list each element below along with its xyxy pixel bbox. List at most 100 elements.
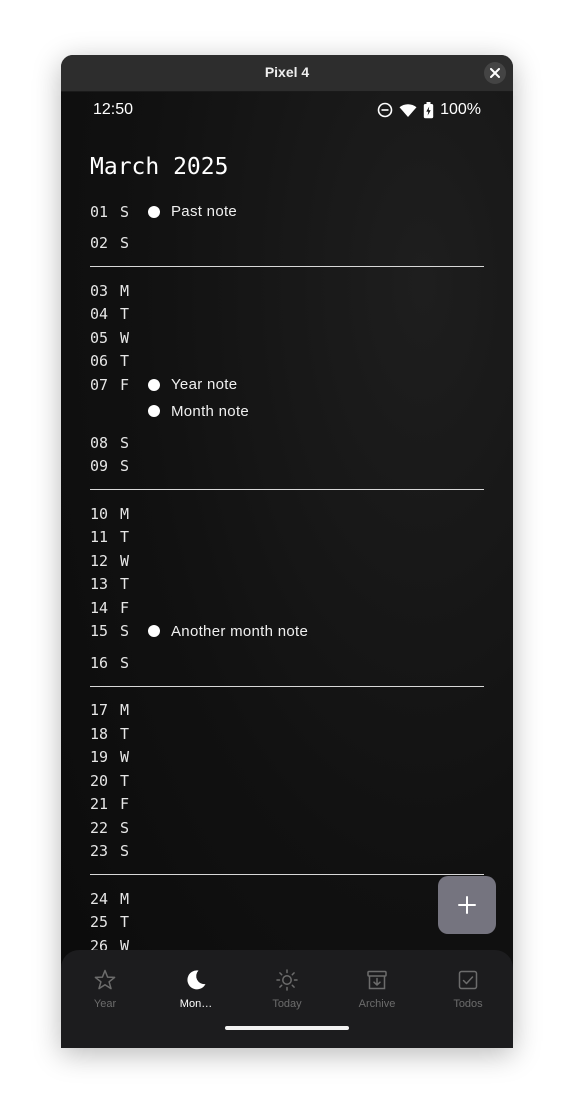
note-item[interactable]: Another month note (148, 620, 308, 644)
day-entry: 20 T (90, 769, 484, 793)
day-number: 12 (90, 551, 109, 570)
nav-archive-label: Archive (358, 998, 396, 1010)
day-number: 02 (90, 234, 109, 253)
day-entry: 23 S (90, 840, 484, 864)
day-row[interactable]: 13 T (90, 573, 484, 597)
nav-archive[interactable]: Archive (342, 968, 412, 1010)
day-row[interactable]: 12 W (90, 549, 484, 573)
day-entry: 13 T (90, 573, 484, 597)
day-row[interactable]: 22 S (90, 816, 484, 840)
day-weekday: F (120, 375, 130, 394)
status-time: 12:50 (93, 101, 134, 118)
day-row[interactable]: 16 S (90, 651, 484, 675)
nav-todos-label: Todos (453, 998, 483, 1010)
home-indicator[interactable] (225, 1026, 349, 1030)
day-row[interactable]: 19 W (90, 746, 484, 770)
day-row[interactable]: 10 M (90, 502, 484, 526)
day-label: 25 T (90, 911, 148, 935)
day-row[interactable]: 07 F Year note Month note (90, 373, 484, 431)
nav-todos[interactable]: Todos (433, 968, 503, 1010)
day-weekday: T (120, 724, 130, 743)
nav-month[interactable]: Mon… (161, 968, 231, 1010)
day-row[interactable]: 04 T (90, 303, 484, 327)
day-number: 25 (90, 913, 109, 932)
add-note-button[interactable] (438, 876, 496, 934)
day-label: 23 S (90, 840, 148, 864)
day-label: 02 S (90, 232, 148, 256)
nav-today[interactable]: Today (252, 968, 322, 1010)
day-weekday: T (120, 771, 130, 790)
note-text: Another month note (171, 622, 309, 640)
day-weekday: F (120, 795, 130, 814)
day-row[interactable]: 06 T (90, 350, 484, 374)
day-number: 20 (90, 771, 109, 790)
status-bar: 12:50 100% (61, 92, 513, 128)
day-weekday: S (120, 234, 130, 253)
day-row[interactable]: 21 F (90, 793, 484, 817)
day-entry: 19 W (90, 746, 484, 770)
day-number: 24 (90, 889, 109, 908)
day-row[interactable]: 11 T (90, 526, 484, 550)
day-number: 10 (90, 504, 109, 523)
note-list: Another month note (148, 620, 308, 644)
day-label: 18 T (90, 722, 148, 746)
note-dot-icon (148, 378, 160, 391)
note-item[interactable]: Past note (148, 200, 237, 224)
day-entry: 04 T (90, 303, 484, 327)
day-row[interactable]: 15 S Another month note (90, 620, 484, 652)
day-weekday: S (120, 818, 130, 837)
day-label: 14 F (90, 596, 148, 620)
day-row[interactable]: 14 F (90, 596, 484, 620)
day-number: 22 (90, 818, 109, 837)
day-weekday: S (120, 433, 130, 452)
day-weekday: S (120, 842, 130, 861)
day-label: 09 S (90, 455, 148, 479)
day-label: 11 T (90, 526, 148, 550)
day-list[interactable]: 01 S Past note 02 S 03 M 04 T 05 W 06 T 07 F Year note M… (90, 200, 484, 1005)
day-row[interactable]: 17 M (90, 699, 484, 723)
day-weekday: F (120, 598, 130, 617)
week-separator (90, 266, 484, 267)
note-item[interactable]: Year note (148, 373, 249, 397)
day-entry: 15 S Another month note (90, 620, 484, 652)
day-row[interactable]: 20 T (90, 769, 484, 793)
window-title: Pixel 4 (264, 64, 310, 80)
day-entry: 09 S (90, 455, 484, 479)
nav-month-label: Mon… (179, 998, 213, 1010)
day-number: 23 (90, 842, 109, 861)
day-entry: 01 S Past note (90, 200, 484, 232)
day-entry: 03 M (90, 279, 484, 303)
close-button[interactable] (484, 62, 506, 84)
day-row[interactable]: 09 S (90, 455, 484, 479)
day-row[interactable]: 05 W (90, 326, 484, 350)
day-row[interactable]: 25 T (90, 911, 484, 935)
day-number: 05 (90, 328, 109, 347)
day-weekday: M (120, 889, 130, 908)
day-number: 08 (90, 433, 109, 452)
day-number: 06 (90, 352, 109, 371)
note-dot-icon (148, 405, 160, 418)
battery-charging-icon (423, 101, 434, 118)
day-row[interactable]: 24 M (90, 887, 484, 911)
day-row[interactable]: 01 S Past note (90, 200, 484, 232)
day-row[interactable]: 03 M (90, 279, 484, 303)
day-weekday: S (120, 653, 130, 672)
checkbox-icon (458, 970, 478, 990)
nav-today-label: Today (272, 998, 302, 1010)
day-row[interactable]: 02 S (90, 232, 484, 256)
day-entry: 07 F Year note Month note (90, 373, 484, 431)
week-separator (90, 489, 484, 490)
day-number: 16 (90, 653, 109, 672)
day-label: 22 S (90, 816, 148, 840)
nav-year[interactable]: Year (70, 968, 140, 1010)
note-list: Past note (148, 200, 237, 224)
day-row[interactable]: 18 T (90, 722, 484, 746)
day-number: 18 (90, 724, 109, 743)
phone-screen: 12:50 100% March 2025 01 S Past note 02 S 03 M… (61, 92, 513, 1048)
day-entry: 25 T (90, 911, 484, 935)
day-label: 20 T (90, 769, 148, 793)
day-row[interactable]: 08 S (90, 431, 484, 455)
day-label: 08 S (90, 431, 148, 455)
note-item[interactable]: Month note (148, 400, 249, 424)
day-row[interactable]: 23 S (90, 840, 484, 864)
